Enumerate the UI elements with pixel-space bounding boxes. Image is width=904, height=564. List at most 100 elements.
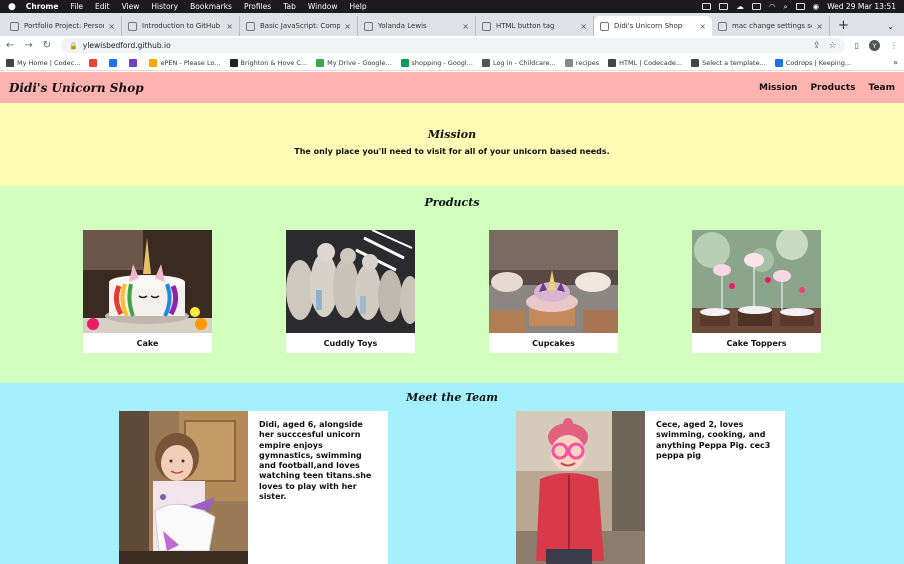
nav-team-link[interactable]: Team	[869, 83, 896, 93]
close-icon[interactable]: ×	[816, 22, 823, 31]
tab-favicon-icon	[128, 21, 137, 31]
bookmark-item[interactable]: My Home | Codec...	[6, 58, 80, 67]
bookmark-item[interactable]: recipes	[564, 58, 599, 67]
os-menu-bar: ● Chrome File Edit View History Bookmark…	[0, 0, 904, 13]
cupcakes-image	[489, 230, 618, 333]
back-icon[interactable]: ←	[6, 40, 14, 51]
tab-portfolio[interactable]: Portfolio Project: Personal H×	[4, 16, 122, 36]
bookmark-item[interactable]: ePEN - Please Lo...	[149, 58, 221, 67]
cake-image	[83, 230, 212, 333]
tab-html-button[interactable]: HTML button tag ×	[476, 16, 594, 36]
close-icon[interactable]: ×	[226, 22, 233, 31]
bookmark-favicon-icon	[774, 58, 783, 67]
clock-text[interactable]: Wed 29 Mar 13:51	[827, 2, 896, 11]
battery-icon[interactable]	[751, 3, 761, 10]
tab-yolanda-lewis[interactable]: Yolanda Lewis ×	[358, 16, 476, 36]
close-icon[interactable]: ×	[699, 22, 706, 31]
tab-basic-js[interactable]: Basic JavaScript: Compound×	[240, 16, 358, 36]
menu-edit[interactable]: Edit	[95, 2, 110, 11]
menu-kebab-icon[interactable]: ⋮	[890, 41, 898, 50]
didi-photo	[119, 411, 248, 564]
side-panel-icon[interactable]: ▯	[855, 41, 859, 50]
tab-strip: Portfolio Project: Personal H× Introduct…	[0, 13, 904, 36]
close-icon[interactable]: ×	[344, 22, 351, 31]
bookmark-item[interactable]	[109, 58, 120, 67]
close-icon[interactable]: ×	[108, 22, 115, 31]
team-members: Didi, aged 6, alongside her succcesful u…	[0, 411, 904, 564]
product-card-cake[interactable]: Cake	[83, 230, 212, 353]
product-label: Cuddly Toys	[323, 338, 378, 348]
site-logo[interactable]: Didi's Unicorn Shop	[9, 81, 144, 95]
product-card-cake-toppers[interactable]: Cake Toppers	[692, 230, 821, 353]
status-icons: ☁ ◠ ⌕ ◉ Wed 29 Mar 13:51	[702, 2, 896, 12]
bookmark-favicon-icon	[316, 58, 325, 67]
apple-icon[interactable]: ●	[8, 2, 16, 12]
wifi-icon[interactable]: ◠	[769, 2, 776, 11]
team-title: Meet the Team	[406, 391, 498, 404]
nav-products-link[interactable]: Products	[810, 83, 855, 93]
cake-toppers-image	[692, 230, 821, 333]
display-icon[interactable]	[719, 3, 729, 10]
search-icon[interactable]: ⌕	[783, 2, 787, 12]
url-input[interactable]: 🔒 ylewisbedford.github.io ⇪ ☆	[61, 38, 845, 53]
bookmark-item[interactable]	[89, 58, 100, 67]
menu-profiles[interactable]: Profiles	[244, 2, 271, 11]
profile-avatar[interactable]: Y	[869, 40, 880, 51]
siri-icon[interactable]: ◉	[813, 2, 820, 11]
nav-mission-link[interactable]: Mission	[759, 83, 797, 93]
screen-record-icon[interactable]	[702, 3, 712, 10]
cloud-icon[interactable]: ☁	[736, 2, 744, 11]
team-member-cece: Cece, aged 2, loves swimming, cooking, a…	[516, 411, 785, 564]
menu-help[interactable]: Help	[349, 2, 366, 11]
menu-window[interactable]: Window	[308, 2, 338, 11]
tab-mac-settings[interactable]: mac change settings scree×	[712, 16, 830, 36]
bookmark-favicon-icon	[564, 58, 573, 67]
bookmark-item[interactable]: Codrops | Keeping...	[774, 58, 852, 67]
bookmark-label: Log in - Childcare...	[492, 58, 556, 67]
tab-github-intro[interactable]: Introduction to GitHub | Cod×	[122, 16, 240, 36]
menu-history[interactable]: History	[151, 2, 178, 11]
member-bio: Cece, aged 2, loves swimming, cooking, a…	[656, 420, 771, 460]
web-page: Didi's Unicorn Shop Mission Products Tea…	[0, 72, 904, 564]
tab-search-chevron-icon[interactable]: ⌄	[887, 22, 894, 31]
bookmark-favicon-icon	[109, 58, 118, 67]
bookmark-item[interactable]: Log in - Childcare...	[481, 58, 556, 67]
bookmarks-bar: My Home | Codec... ePEN - Please Lo... Bri…	[0, 55, 904, 71]
tab-unicorn-shop[interactable]: Didi's Unicorn Shop ×	[594, 16, 712, 36]
more-bookmarks-icon[interactable]: »	[893, 58, 898, 67]
bookmark-item[interactable]: Brighton & Hove C...	[229, 58, 307, 67]
bookmark-favicon-icon	[6, 58, 14, 67]
bookmark-label: Select a template...	[702, 58, 766, 67]
bookmark-item[interactable]	[129, 58, 140, 67]
lock-icon[interactable]: 🔒	[69, 42, 78, 50]
bookmark-item[interactable]: Select a template...	[691, 58, 766, 67]
bookmark-item[interactable]: shopping - Googl...	[400, 58, 473, 67]
new-tab-button[interactable]: +	[838, 18, 849, 33]
bookmark-star-icon[interactable]: ☆	[829, 41, 837, 51]
bookmark-favicon-icon	[481, 58, 490, 67]
product-label: Cupcakes	[532, 338, 575, 348]
product-card-cupcakes[interactable]: Cupcakes	[489, 230, 618, 353]
bookmark-item[interactable]: My Drive - Google...	[316, 58, 392, 67]
tab-favicon-icon	[364, 21, 373, 31]
menu-bookmarks[interactable]: Bookmarks	[190, 2, 232, 11]
product-card-cuddly-toys[interactable]: Cuddly Toys	[286, 230, 415, 353]
menu-tab[interactable]: Tab	[283, 2, 296, 11]
control-center-icon[interactable]	[795, 3, 805, 10]
menu-app-name[interactable]: Chrome	[26, 2, 59, 11]
menu-view[interactable]: View	[122, 2, 140, 11]
bookmark-label: HTML | Codecade...	[619, 58, 683, 67]
reload-icon[interactable]: ↻	[43, 40, 51, 51]
cece-photo	[516, 411, 645, 564]
bookmark-label: My Drive - Google...	[327, 58, 392, 67]
menu-file[interactable]: File	[70, 2, 83, 11]
bookmark-item[interactable]: HTML | Codecade...	[608, 58, 683, 67]
url-text: ylewisbedford.github.io	[82, 41, 171, 50]
bookmark-label: Codrops | Keeping...	[785, 58, 852, 67]
share-icon[interactable]: ⇪	[813, 41, 821, 51]
close-icon[interactable]: ×	[580, 22, 587, 31]
site-nav: Mission Products Team	[759, 83, 895, 93]
close-icon[interactable]: ×	[462, 22, 469, 31]
forward-icon[interactable]: →	[24, 40, 32, 51]
mission-text: The only place you'll need to visit for …	[294, 147, 610, 156]
